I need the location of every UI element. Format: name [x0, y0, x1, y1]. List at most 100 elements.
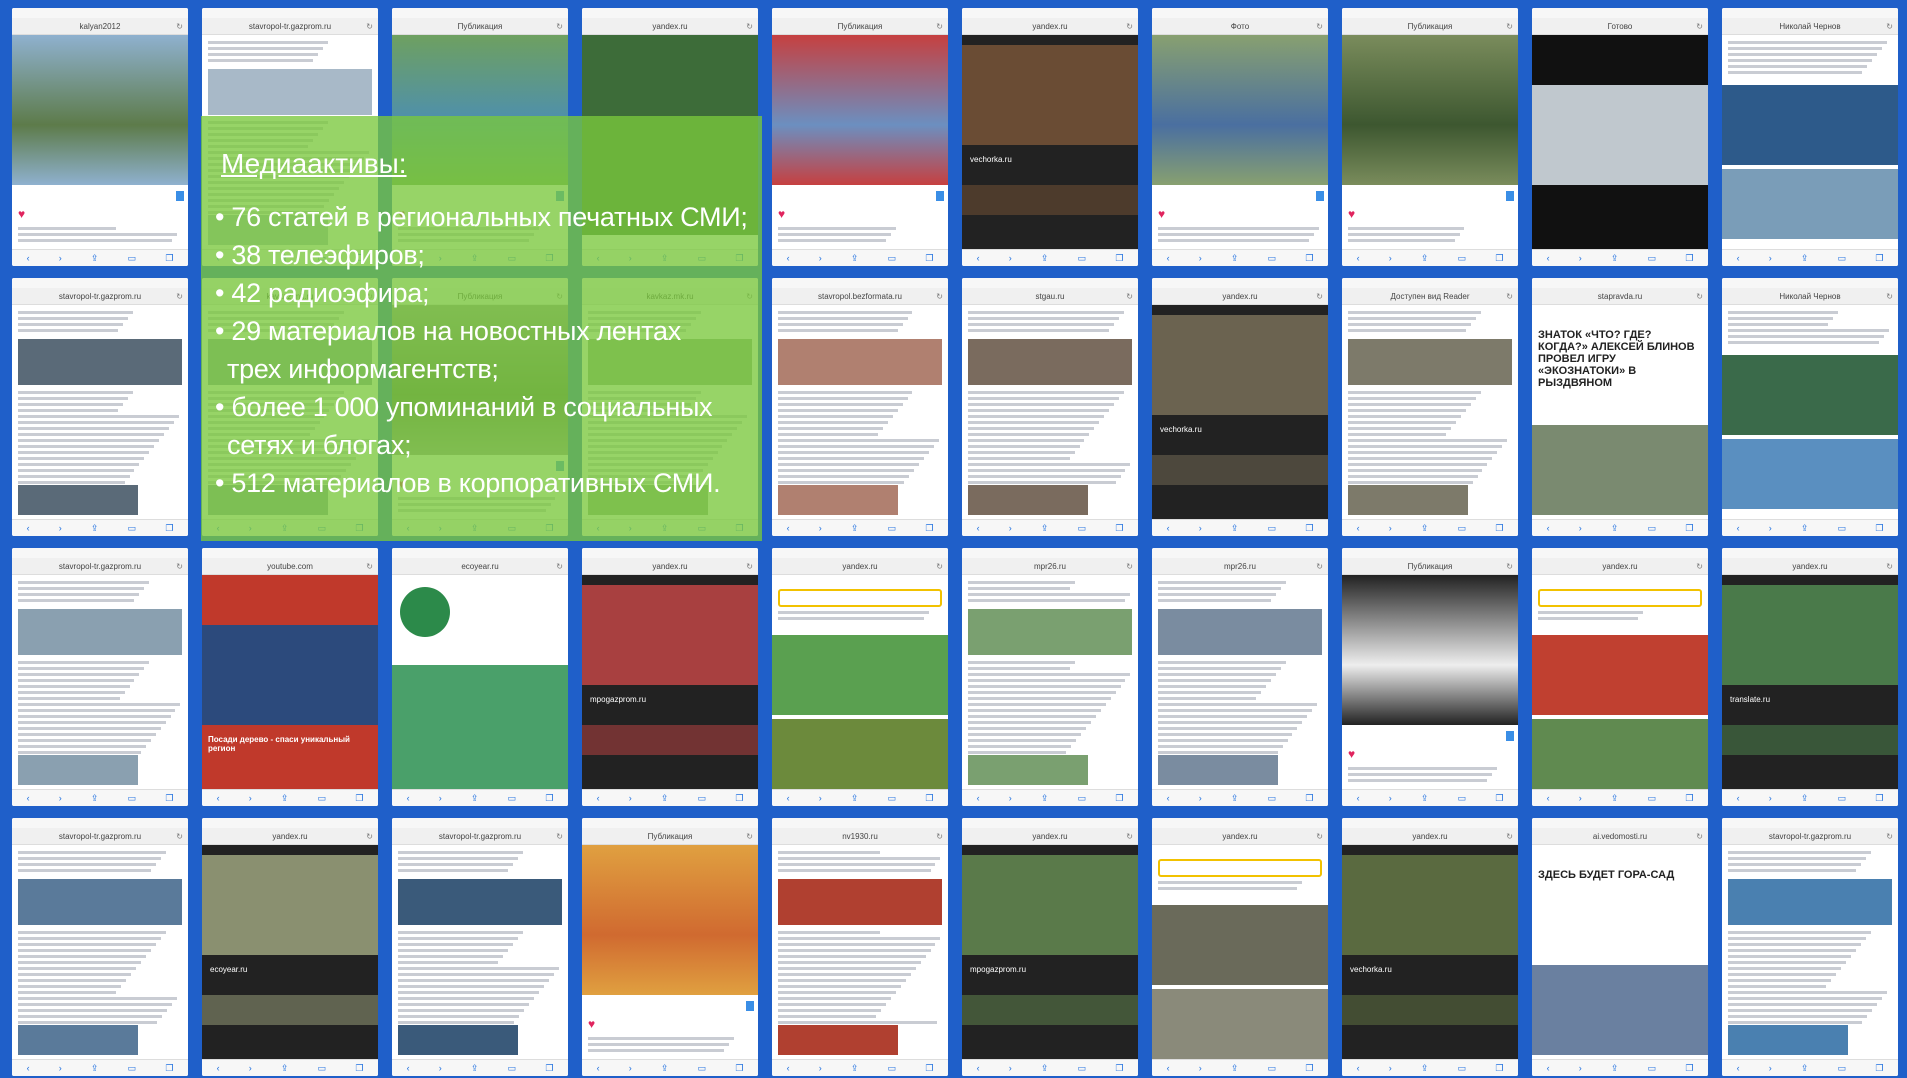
toolbar-icon: › [1388, 793, 1392, 803]
browser-toolbar: ‹ › ⇪ ▭ ❐ [1342, 1059, 1518, 1076]
status-bar [12, 548, 188, 558]
toolbar-icon: ❐ [1305, 792, 1314, 803]
phone-screenshot: Николай Чернов ↻ ‹ › ⇪ ▭ ❐ [1722, 8, 1898, 266]
text-block [778, 611, 942, 623]
toolbar-icon: ❐ [1115, 1062, 1124, 1073]
stat-line: • 42 радиоэфира; [215, 278, 430, 308]
phone-screenshot: yandex.ru ↻ vechorka.ru ‹ › ⇪ ▭ ❐ [1152, 278, 1328, 536]
photo [398, 879, 562, 925]
text-block [1728, 311, 1892, 347]
phone-screenshot: Публикация ↻ ♥ ‹ › ⇪ ▭ ❐ [772, 8, 948, 266]
address-label: stavropol.bezformata.ru [817, 291, 903, 301]
browser-toolbar: ‹ › ⇪ ▭ ❐ [582, 789, 758, 806]
browser-toolbar: ‹ › ⇪ ▭ ❐ [1152, 789, 1328, 806]
text-block [1348, 311, 1512, 335]
browser-toolbar: ‹ › ⇪ ▭ ❐ [1532, 519, 1708, 536]
toolbar-icon: ‹ [26, 1063, 30, 1073]
phone-screenshot: mpr26.ru ↻ ‹ › ⇪ ▭ ❐ [1152, 548, 1328, 806]
browser-toolbar: ‹ › ⇪ ▭ ❐ [202, 789, 378, 806]
photo [398, 1025, 518, 1055]
photo [202, 625, 378, 725]
toolbar-icon: ‹ [1356, 253, 1360, 263]
address-bar: stavropol-tr.gazprom.ru ↻ [202, 18, 378, 35]
text-block [1158, 227, 1322, 245]
source-caption: mpogazprom.ru [970, 965, 1027, 974]
address-label: yandex.ru [652, 561, 688, 571]
status-bar [962, 818, 1138, 828]
browser-toolbar: ‹ › ⇪ ▭ ❐ [1342, 519, 1518, 536]
photo [1532, 425, 1708, 515]
toolbar-icon: ❐ [1685, 1062, 1694, 1073]
address-label: yandex.ru [1792, 561, 1828, 571]
search-field [1538, 589, 1702, 607]
stat-line: • 76 статей в региональных печатных СМИ; [215, 202, 748, 232]
text-block [778, 851, 942, 875]
toolbar-icon: ▭ [697, 792, 707, 803]
address-label: kalyan2012 [79, 21, 121, 31]
toolbar-icon: ⇪ [1040, 1062, 1049, 1073]
address-bar: yandex.ru ↻ [962, 828, 1138, 845]
phone-screenshot: stgau.ru ↻ ‹ › ⇪ ▭ ❐ [962, 278, 1138, 536]
browser-toolbar: ‹ › ⇪ ▭ ❐ [1152, 1059, 1328, 1076]
address-label: yandex.ru [652, 21, 688, 31]
address-label: Николай Чернов [1779, 291, 1841, 301]
status-bar [582, 818, 758, 828]
toolbar-icon: ‹ [26, 253, 30, 263]
status-bar [962, 8, 1138, 18]
browser-toolbar: ‹ › ⇪ ▭ ❐ [582, 1059, 758, 1076]
reload-icon: ↻ [366, 831, 373, 841]
text-block [1348, 391, 1512, 487]
toolbar-icon: ‹ [786, 523, 790, 533]
toolbar-icon: ⇪ [1230, 1062, 1239, 1073]
toolbar-icon: ⇪ [90, 1062, 99, 1073]
address-label: Публикация [457, 21, 503, 31]
browser-toolbar: ‹ › ⇪ ▭ ❐ [12, 1059, 188, 1076]
toolbar-icon: › [1198, 793, 1202, 803]
toolbar-icon: ▭ [507, 792, 517, 803]
photo [1722, 585, 1898, 685]
status-bar [392, 818, 568, 828]
screen-content [1152, 575, 1328, 789]
article-headline: ЗДЕСЬ БУДЕТ ГОРА-САД [1538, 869, 1675, 881]
status-bar [1152, 278, 1328, 288]
photo [962, 185, 1138, 215]
toolbar-icon: ⇪ [470, 792, 479, 803]
address-bar: stgau.ru ↻ [962, 288, 1138, 305]
text-block [778, 227, 942, 245]
reload-icon: ↻ [366, 561, 373, 571]
toolbar-icon: ‹ [216, 1063, 220, 1073]
toolbar-icon: › [58, 1063, 62, 1073]
photo [208, 69, 372, 115]
address-bar: Николай Чернов ↻ [1722, 18, 1898, 35]
toolbar-icon: ⇪ [1610, 792, 1619, 803]
toolbar-icon: ‹ [26, 793, 30, 803]
toolbar-icon: › [818, 1063, 822, 1073]
toolbar-icon: › [58, 793, 62, 803]
address-bar: yandex.ru ↻ [1152, 288, 1328, 305]
photo [772, 719, 948, 789]
status-bar [392, 548, 568, 558]
toolbar-icon: ▭ [1267, 522, 1277, 533]
reload-icon: ↻ [1506, 561, 1513, 571]
toolbar-icon: ▭ [1837, 1062, 1847, 1073]
toolbar-icon: › [1768, 523, 1772, 533]
text-block [18, 851, 182, 875]
address-bar: Публикация ↻ [392, 18, 568, 35]
toolbar-icon: ‹ [976, 523, 980, 533]
reload-icon: ↻ [1126, 561, 1133, 571]
toolbar-icon: ▭ [1267, 792, 1277, 803]
reload-icon: ↻ [176, 21, 183, 31]
photo [1348, 339, 1512, 385]
phone-screenshot: Николай Чернов ↻ ‹ › ⇪ ▭ ❐ [1722, 278, 1898, 536]
toolbar-icon: ‹ [976, 1063, 980, 1073]
toolbar-icon: › [438, 793, 442, 803]
status-bar [1152, 818, 1328, 828]
address-bar: yandex.ru ↻ [1152, 828, 1328, 845]
photo [18, 609, 182, 655]
browser-toolbar: ‹ › ⇪ ▭ ❐ [1722, 249, 1898, 266]
toolbar-icon: ▭ [1647, 522, 1657, 533]
address-label: youtube.com [267, 561, 313, 571]
eco-logo-icon [400, 587, 450, 637]
photo [1348, 485, 1468, 515]
toolbar-icon: ❐ [165, 252, 174, 263]
